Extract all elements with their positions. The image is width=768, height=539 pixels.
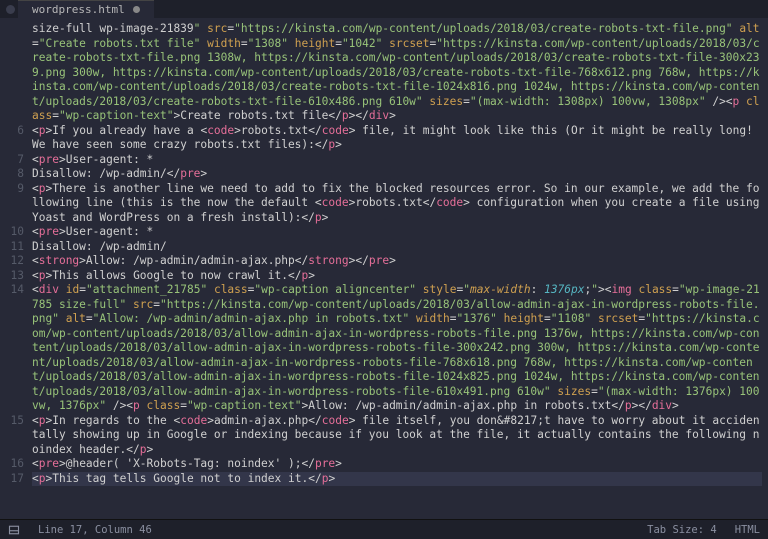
editor-area[interactable]: 67891011121314151617 size-full wp-image-… <box>0 18 768 519</box>
tab-filename: wordpress.html <box>32 3 125 16</box>
line-number-gutter: 67891011121314151617 <box>0 18 30 519</box>
window-control-icon[interactable] <box>6 5 15 14</box>
dirty-indicator-icon <box>133 6 140 13</box>
status-syntax[interactable]: HTML <box>735 524 760 536</box>
title-bar: wordpress.html <box>0 0 768 18</box>
status-cursor-position[interactable]: Line 17, Column 46 <box>38 524 152 536</box>
panel-icon[interactable] <box>8 524 20 536</box>
code-content[interactable]: size-full wp-image-21839" src="https://k… <box>30 18 768 519</box>
file-tab[interactable]: wordpress.html <box>18 0 154 18</box>
status-tab-size[interactable]: Tab Size: 4 <box>647 524 717 536</box>
status-bar: Line 17, Column 46 Tab Size: 4 HTML <box>0 519 768 539</box>
